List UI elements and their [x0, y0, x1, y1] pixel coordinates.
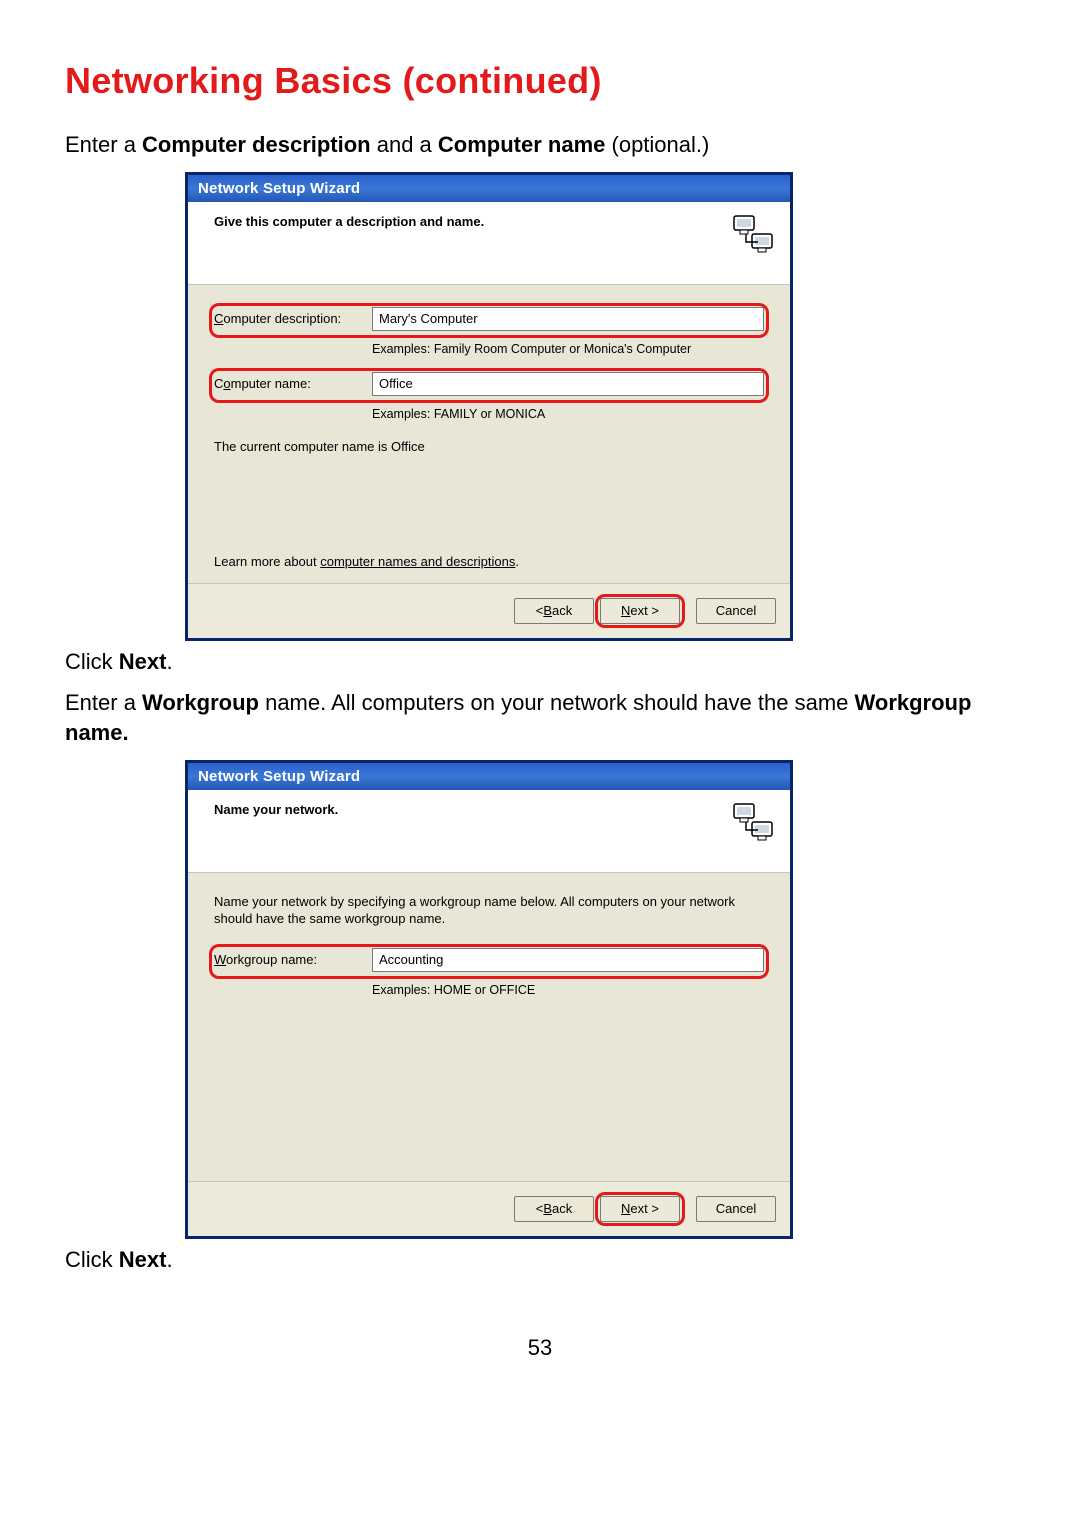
learn-more-text: Learn more about computer names and desc… [214, 554, 764, 569]
text: orkgroup name: [226, 952, 317, 967]
current-computer-name: The current computer name is Office [214, 439, 764, 454]
text: mputer name: [231, 376, 311, 391]
wizard-intro-text: Name your network by specifying a workgr… [214, 893, 764, 928]
text: (optional.) [605, 132, 709, 157]
text-bold: Workgroup [142, 690, 259, 715]
wizard-header-text: Name your network. [214, 800, 338, 817]
next-button[interactable]: Next > [600, 598, 680, 624]
text: < [536, 1201, 544, 1216]
computer-name-input[interactable]: Office [372, 372, 764, 396]
page-title: Networking Basics (continued) [65, 60, 1015, 102]
text: C [214, 376, 223, 391]
learn-more-link[interactable]: computer names and descriptions [320, 554, 515, 569]
text: ack [552, 1201, 572, 1216]
window-title: Network Setup Wizard [188, 175, 790, 202]
computer-name-label: Computer name: [214, 376, 372, 391]
network-computers-icon [732, 800, 776, 844]
text-bold: Next [119, 649, 167, 674]
workgroup-name-input[interactable]: Accounting [372, 948, 764, 972]
text: Click [65, 1247, 119, 1272]
back-button[interactable]: < Back [514, 598, 594, 624]
text: Learn more about [214, 554, 320, 569]
text: C [214, 311, 223, 326]
text: W [214, 952, 226, 967]
text: ext > [630, 603, 659, 618]
wizard-header-text: Give this computer a description and nam… [214, 212, 484, 229]
text-bold: Computer name [438, 132, 605, 157]
text: . [166, 649, 172, 674]
text: Enter a [65, 132, 142, 157]
network-setup-wizard-1: Network Setup Wizard Give this computer … [185, 172, 793, 641]
button-bar: < Back Next > Cancel [188, 583, 790, 638]
text: < [536, 603, 544, 618]
text: Click [65, 649, 119, 674]
text: o [223, 376, 230, 391]
text: ack [552, 603, 572, 618]
wizard-header: Give this computer a description and nam… [188, 202, 790, 285]
click-next-1: Click Next. [65, 647, 1015, 677]
intro-text-1: Enter a Computer description and a Compu… [65, 130, 1015, 160]
text: Enter a [65, 690, 142, 715]
wizard-content: Computer description: Mary's Computer Ex… [188, 285, 790, 583]
text: . [166, 1247, 172, 1272]
button-bar: < Back Next > Cancel [188, 1181, 790, 1236]
text: ext > [630, 1201, 659, 1216]
back-button[interactable]: < Back [514, 1196, 594, 1222]
text: name. All computers on your network shou… [259, 690, 855, 715]
text: N [621, 1201, 630, 1216]
text: N [621, 603, 630, 618]
computer-description-example: Examples: Family Room Computer or Monica… [372, 342, 764, 356]
cancel-button[interactable]: Cancel [696, 598, 776, 624]
text: and a [371, 132, 438, 157]
spacer [214, 997, 764, 1167]
page-number: 53 [65, 1335, 1015, 1361]
text-bold: Next [119, 1247, 167, 1272]
wizard-content: Name your network by specifying a workgr… [188, 873, 790, 1181]
network-computers-icon [732, 212, 776, 256]
text-bold: Computer description [142, 132, 371, 157]
workgroup-name-example: Examples: HOME or OFFICE [372, 983, 764, 997]
window-title: Network Setup Wizard [188, 763, 790, 790]
workgroup-name-label: Workgroup name: [214, 952, 372, 967]
intro-text-2: Enter a Workgroup name. All computers on… [65, 688, 1015, 747]
text: B [543, 1201, 552, 1216]
text: omputer description: [223, 311, 341, 326]
network-setup-wizard-2: Network Setup Wizard Name your network. … [185, 760, 793, 1239]
text: . [515, 554, 519, 569]
click-next-2: Click Next. [65, 1245, 1015, 1275]
cancel-button[interactable]: Cancel [696, 1196, 776, 1222]
wizard-header: Name your network. [188, 790, 790, 873]
computer-description-label: Computer description: [214, 311, 372, 326]
computer-name-example: Examples: FAMILY or MONICA [372, 407, 764, 421]
next-button[interactable]: Next > [600, 1196, 680, 1222]
text: B [543, 603, 552, 618]
computer-description-input[interactable]: Mary's Computer [372, 307, 764, 331]
